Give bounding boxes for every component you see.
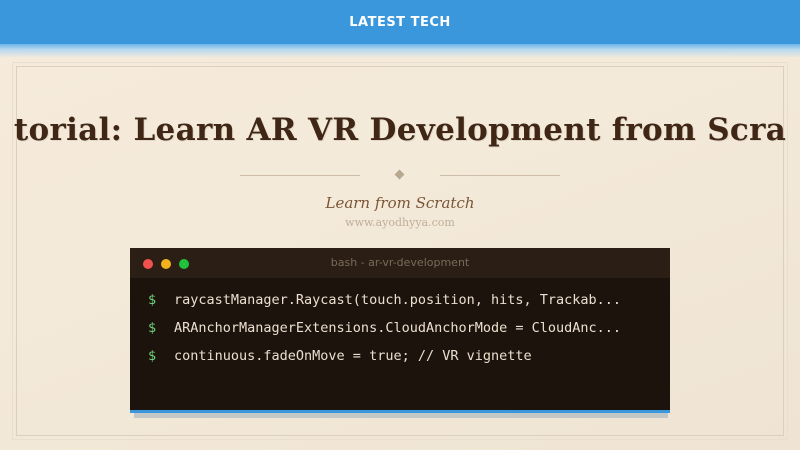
command-text: ARAnchorManagerExtensions.CloudAnchorMod…	[174, 320, 622, 336]
prompt-symbol: $	[148, 320, 157, 336]
divider-line-left	[240, 175, 360, 176]
command-text: continuous.fadeOnMove = true; // VR vign…	[174, 348, 532, 364]
terminal-line: $ continuous.fadeOnMove = true; // VR vig…	[148, 346, 658, 374]
terminal-line: $ ARAnchorManagerExtensions.CloudAnchorMo…	[148, 318, 658, 346]
prompt-symbol: $	[148, 348, 157, 364]
prompt-symbol: $	[148, 292, 157, 308]
terminal-title: bash - ar-vr-development	[330, 256, 470, 269]
command-text: raycastManager.Raycast(touch.position, h…	[174, 292, 622, 308]
terminal-output: $ raycastManager.Raycast(touch.position, …	[148, 290, 658, 374]
terminal-line: $ raycastManager.Raycast(touch.position, …	[148, 290, 658, 318]
header-bar: LATEST TECH	[0, 0, 800, 44]
terminal-window: bash - ar-vr-development $ raycastManager…	[130, 248, 670, 413]
terminal-title-bar: bash - ar-vr-development	[130, 248, 670, 278]
page-title: torial: Learn AR VR Development from Scr…	[13, 112, 787, 148]
subtitle: Learn from Scratch	[325, 194, 475, 212]
page-title-container: torial: Learn AR VR Development from Scr…	[0, 102, 800, 158]
ornament-divider	[240, 169, 560, 181]
diamond-icon	[394, 169, 405, 180]
header-glow	[0, 44, 800, 58]
header-title: LATEST TECH	[349, 14, 451, 30]
divider-line-right	[440, 175, 560, 176]
website-url: www.ayodhyya.com	[345, 216, 455, 229]
